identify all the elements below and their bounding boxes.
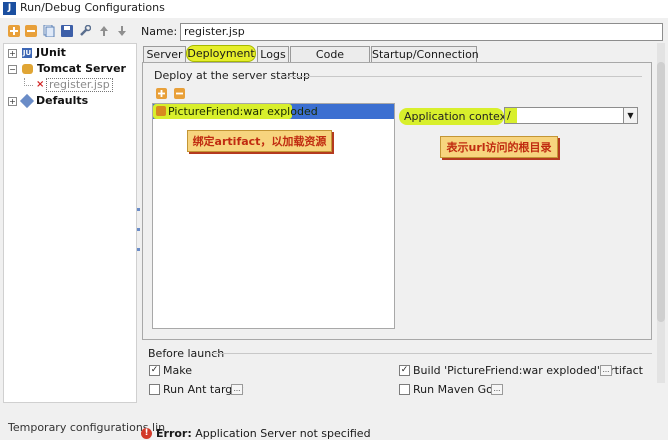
tree-item-label: Tomcat Server [37,62,126,75]
build-artifact-checkbox[interactable]: ✓ [399,365,410,376]
tab-server[interactable]: Server [143,46,186,63]
error-icon: ! [141,428,152,439]
junit-icon: JU [22,48,32,58]
annotation-artifact: 绑定artifact，以加载资源 [187,130,332,152]
error-mark-icon: × [36,79,45,90]
app-logo-icon: J [3,2,16,15]
tree-connector [24,78,33,86]
application-context-combo[interactable] [504,107,638,124]
error-text: Application Server not specified [195,427,371,440]
window-title: Run/Debug Configurations [20,1,165,14]
splitter-handle[interactable] [137,200,141,260]
tab-logs[interactable]: Logs [257,46,289,63]
remove-artifact-icon[interactable] [174,88,185,99]
expand-icon[interactable]: + [8,97,17,106]
tab-code-coverage[interactable]: Code Coverage [290,46,370,77]
wrench-icon[interactable] [79,25,91,37]
tomcat-icon [22,64,33,74]
tab-startup-connection[interactable]: Startup/Connection [371,46,479,63]
wrench-icon [19,93,35,109]
divider [282,76,642,77]
make-checkbox[interactable]: ✓ [149,365,160,376]
chevron-down-icon[interactable]: ▼ [623,108,637,123]
add-icon[interactable] [8,25,20,37]
name-label: Name: [141,25,178,38]
collapse-icon[interactable]: − [8,65,17,74]
tree-item-label: register.jsp [46,78,113,92]
run-maven-checkbox[interactable] [399,384,410,395]
tree-item-label: Defaults [36,94,89,107]
run-ant-ellipsis-button[interactable]: ... [231,384,243,395]
tree-item-label: JUnit [36,46,66,59]
application-context-label: Application context: [404,110,515,123]
error-prefix: Error: [156,427,192,440]
annotation-context: 表示url访问的根目录 [440,136,558,158]
scrollbar-thumb[interactable] [657,62,665,322]
remove-icon[interactable] [25,25,37,37]
make-label: Make [163,364,192,377]
save-icon[interactable] [61,25,73,37]
name-input[interactable]: register.jsp [180,23,663,41]
expand-icon[interactable]: + [8,49,17,58]
divider [212,353,652,354]
config-tree[interactable]: + JU JUnit − Tomcat Server × register.js… [3,43,137,403]
artifact-label: PictureFriend:war exploded [168,105,318,118]
build-artifact-ellipsis-button[interactable]: ... [600,365,612,376]
error-message: Error: Application Server not specified [156,427,371,440]
run-maven-ellipsis-button[interactable]: ... [491,384,503,395]
run-maven-label: Run Maven Goal [413,383,503,396]
down-arrow-icon[interactable] [116,25,128,37]
artifact-icon [156,106,166,116]
tab-deployment[interactable]: Deployment [186,45,256,62]
run-ant-checkbox[interactable] [149,384,160,395]
add-artifact-icon[interactable] [156,88,167,99]
up-arrow-icon[interactable] [98,25,110,37]
copy-icon[interactable] [43,25,55,37]
application-context-value[interactable]: / [507,108,511,123]
